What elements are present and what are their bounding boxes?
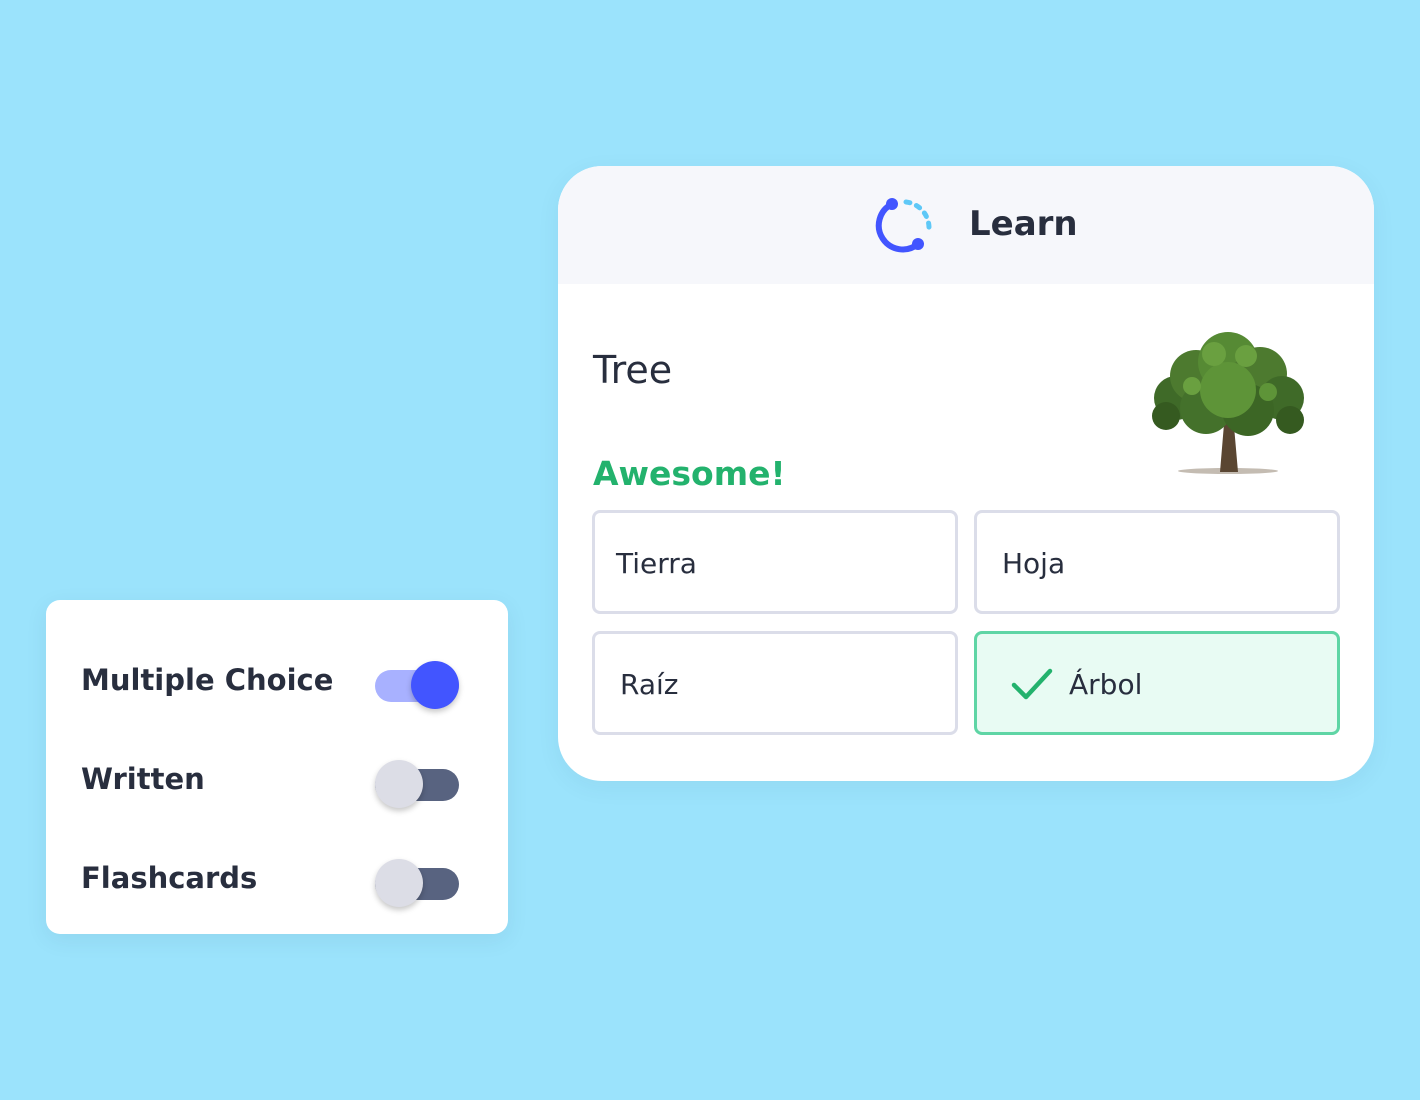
toggle-knob: [375, 859, 423, 907]
answer-option-4-correct[interactable]: Árbol: [974, 631, 1340, 735]
learn-title: Learn: [969, 204, 1078, 244]
study-mode-settings: Multiple Choice Written Flashcards: [46, 600, 508, 934]
toggle-knob: [375, 760, 423, 808]
answer-option-label: Hoja: [1002, 547, 1066, 580]
setting-row-flashcards: Flashcards: [46, 848, 508, 908]
answer-option-1[interactable]: Tierra: [592, 510, 958, 614]
setting-row-written: Written: [46, 749, 508, 809]
learn-mode-icon: [875, 198, 932, 253]
check-icon: [1011, 668, 1053, 700]
answer-option-label: Árbol: [1069, 668, 1143, 701]
answer-option-2[interactable]: Hoja: [974, 510, 1340, 614]
flashcards-toggle[interactable]: [374, 854, 460, 907]
answer-option-3[interactable]: Raíz: [592, 631, 958, 735]
answer-option-label: Tierra: [616, 547, 697, 580]
setting-label: Flashcards: [81, 861, 258, 895]
setting-row-multiple-choice: Multiple Choice: [46, 650, 508, 710]
learn-header: Learn: [558, 166, 1374, 284]
answer-option-label: Raíz: [620, 668, 679, 701]
written-toggle[interactable]: [374, 755, 460, 808]
term-text: Tree: [593, 348, 673, 392]
toggle-knob: [411, 661, 459, 709]
multiple-choice-toggle[interactable]: [374, 656, 460, 709]
feedback-message: Awesome!: [593, 454, 786, 493]
tree-image: [1152, 332, 1304, 474]
setting-label: Multiple Choice: [81, 663, 334, 697]
learn-card: Learn Tree Awesome! Tierra Hoja Raíz Árb…: [558, 166, 1374, 781]
setting-label: Written: [81, 762, 205, 796]
